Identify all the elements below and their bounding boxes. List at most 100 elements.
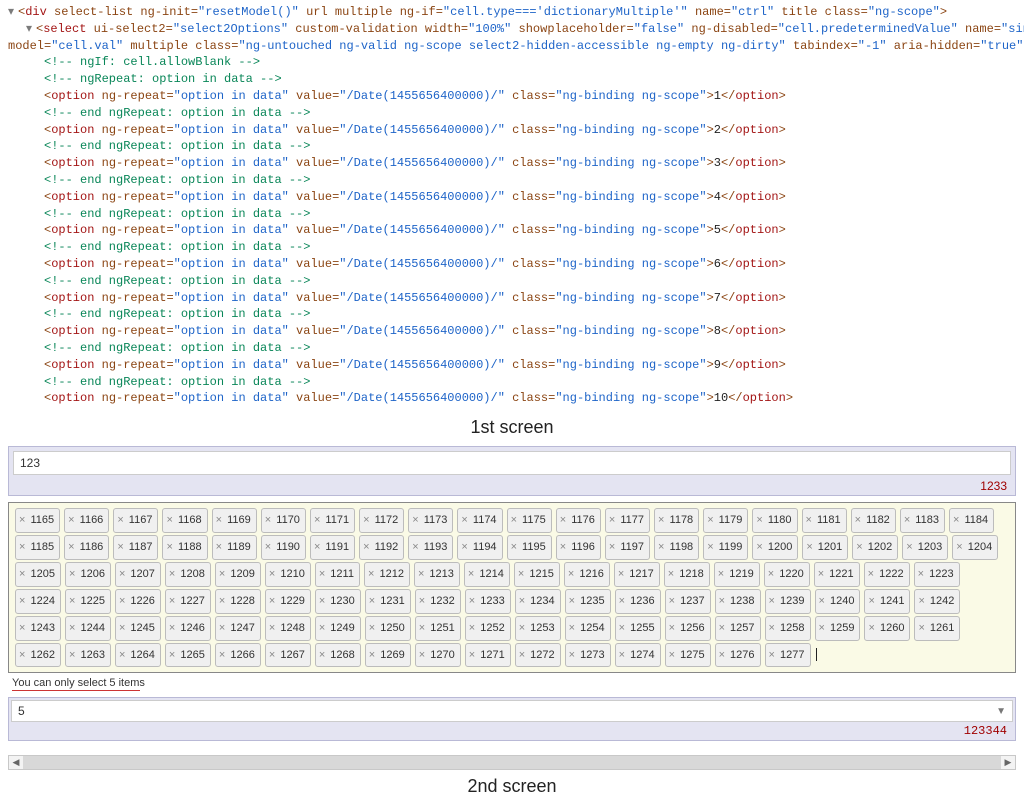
chip-remove-icon[interactable]: × xyxy=(19,541,25,553)
chip-remove-icon[interactable]: × xyxy=(511,541,517,553)
chip-1194[interactable]: × 1194 xyxy=(457,535,502,560)
chip-1255[interactable]: × 1255 xyxy=(615,616,661,641)
chip-1239[interactable]: × 1239 xyxy=(765,589,811,614)
chip-remove-icon[interactable]: × xyxy=(219,649,225,661)
chip-1264[interactable]: × 1264 xyxy=(115,643,161,668)
chip-remove-icon[interactable]: × xyxy=(609,514,615,526)
chip-remove-icon[interactable]: × xyxy=(319,595,325,607)
chip-1241[interactable]: × 1241 xyxy=(864,589,910,614)
chip-1240[interactable]: × 1240 xyxy=(815,589,861,614)
chip-1273[interactable]: × 1273 xyxy=(565,643,611,668)
chip-1266[interactable]: × 1266 xyxy=(215,643,261,668)
chip-remove-icon[interactable]: × xyxy=(216,541,222,553)
chip-remove-icon[interactable]: × xyxy=(619,622,625,634)
chip-1179[interactable]: × 1179 xyxy=(703,508,748,533)
chip-1248[interactable]: × 1248 xyxy=(265,616,311,641)
chip-1229[interactable]: × 1229 xyxy=(265,589,311,614)
chip-1267[interactable]: × 1267 xyxy=(265,643,311,668)
chip-1219[interactable]: × 1219 xyxy=(714,562,760,587)
chip-1174[interactable]: × 1174 xyxy=(457,508,502,533)
chip-1202[interactable]: × 1202 xyxy=(852,535,898,560)
chip-remove-icon[interactable]: × xyxy=(609,541,615,553)
chip-remove-icon[interactable]: × xyxy=(419,595,425,607)
chip-remove-icon[interactable]: × xyxy=(412,514,418,526)
chip-1227[interactable]: × 1227 xyxy=(165,589,211,614)
select2-chips-container[interactable]: × 1165× 1166× 1167× 1168× 1169× 1170× 11… xyxy=(8,502,1016,673)
chip-1234[interactable]: × 1234 xyxy=(515,589,561,614)
chip-1243[interactable]: × 1243 xyxy=(15,616,61,641)
chip-remove-icon[interactable]: × xyxy=(169,622,175,634)
select2-single-select[interactable]: 5 ▼ xyxy=(11,700,1013,722)
chip-1238[interactable]: × 1238 xyxy=(715,589,761,614)
chip-remove-icon[interactable]: × xyxy=(953,514,959,526)
chip-remove-icon[interactable]: × xyxy=(219,595,225,607)
chip-1254[interactable]: × 1254 xyxy=(565,616,611,641)
chip-remove-icon[interactable]: × xyxy=(918,595,924,607)
chip-1188[interactable]: × 1188 xyxy=(162,535,207,560)
chip-1259[interactable]: × 1259 xyxy=(815,616,861,641)
chip-1206[interactable]: × 1206 xyxy=(65,562,111,587)
chip-remove-icon[interactable]: × xyxy=(19,622,25,634)
chip-remove-icon[interactable]: × xyxy=(560,514,566,526)
chip-remove-icon[interactable]: × xyxy=(169,595,175,607)
chip-remove-icon[interactable]: × xyxy=(769,649,775,661)
chip-1230[interactable]: × 1230 xyxy=(315,589,361,614)
chip-remove-icon[interactable]: × xyxy=(819,595,825,607)
chip-1201[interactable]: × 1201 xyxy=(802,535,848,560)
chip-remove-icon[interactable]: × xyxy=(119,649,125,661)
chip-remove-icon[interactable]: × xyxy=(658,514,664,526)
chip-remove-icon[interactable]: × xyxy=(363,514,369,526)
chip-remove-icon[interactable]: × xyxy=(319,649,325,661)
chip-remove-icon[interactable]: × xyxy=(868,595,874,607)
chip-1193[interactable]: × 1193 xyxy=(408,535,453,560)
chip-remove-icon[interactable]: × xyxy=(769,622,775,634)
chip-1175[interactable]: × 1175 xyxy=(507,508,552,533)
chip-1251[interactable]: × 1251 xyxy=(415,616,461,641)
chip-remove-icon[interactable]: × xyxy=(855,514,861,526)
chip-remove-icon[interactable]: × xyxy=(166,541,172,553)
scroll-right-icon[interactable]: ▶ xyxy=(1001,756,1015,769)
chip-remove-icon[interactable]: × xyxy=(768,568,774,580)
chip-remove-icon[interactable]: × xyxy=(314,541,320,553)
chip-remove-icon[interactable]: × xyxy=(519,622,525,634)
chip-remove-icon[interactable]: × xyxy=(769,595,775,607)
chip-remove-icon[interactable]: × xyxy=(469,595,475,607)
chip-1177[interactable]: × 1177 xyxy=(605,508,650,533)
chip-remove-icon[interactable]: × xyxy=(419,649,425,661)
chip-1176[interactable]: × 1176 xyxy=(556,508,601,533)
chip-remove-icon[interactable]: × xyxy=(818,568,824,580)
chip-1184[interactable]: × 1184 xyxy=(949,508,994,533)
scrollbar-track[interactable] xyxy=(23,756,1001,769)
chip-remove-icon[interactable]: × xyxy=(669,649,675,661)
chip-1185[interactable]: × 1185 xyxy=(15,535,60,560)
chip-remove-icon[interactable]: × xyxy=(568,568,574,580)
chip-remove-icon[interactable]: × xyxy=(68,541,74,553)
chip-remove-icon[interactable]: × xyxy=(368,568,374,580)
chip-remove-icon[interactable]: × xyxy=(707,541,713,553)
chip-1246[interactable]: × 1246 xyxy=(165,616,211,641)
chip-remove-icon[interactable]: × xyxy=(216,514,222,526)
chip-remove-icon[interactable]: × xyxy=(560,541,566,553)
chip-remove-icon[interactable]: × xyxy=(619,595,625,607)
chip-remove-icon[interactable]: × xyxy=(169,649,175,661)
chip-1209[interactable]: × 1209 xyxy=(215,562,261,587)
chip-1198[interactable]: × 1198 xyxy=(654,535,699,560)
chip-1208[interactable]: × 1208 xyxy=(165,562,211,587)
chip-remove-icon[interactable]: × xyxy=(69,568,75,580)
chip-remove-icon[interactable]: × xyxy=(412,541,418,553)
chip-1245[interactable]: × 1245 xyxy=(115,616,161,641)
chip-1233[interactable]: × 1233 xyxy=(465,589,511,614)
chip-1170[interactable]: × 1170 xyxy=(261,508,306,533)
chip-1224[interactable]: × 1224 xyxy=(15,589,61,614)
chip-remove-icon[interactable]: × xyxy=(69,595,75,607)
chip-remove-icon[interactable]: × xyxy=(119,622,125,634)
select2-search-input[interactable]: 123 xyxy=(13,451,1011,475)
scroll-left-icon[interactable]: ◀ xyxy=(9,756,23,769)
chip-1220[interactable]: × 1220 xyxy=(764,562,810,587)
chip-remove-icon[interactable]: × xyxy=(719,622,725,634)
chip-1257[interactable]: × 1257 xyxy=(715,616,761,641)
chip-remove-icon[interactable]: × xyxy=(918,568,924,580)
chip-1197[interactable]: × 1197 xyxy=(605,535,650,560)
chip-remove-icon[interactable]: × xyxy=(469,649,475,661)
chip-1249[interactable]: × 1249 xyxy=(315,616,361,641)
